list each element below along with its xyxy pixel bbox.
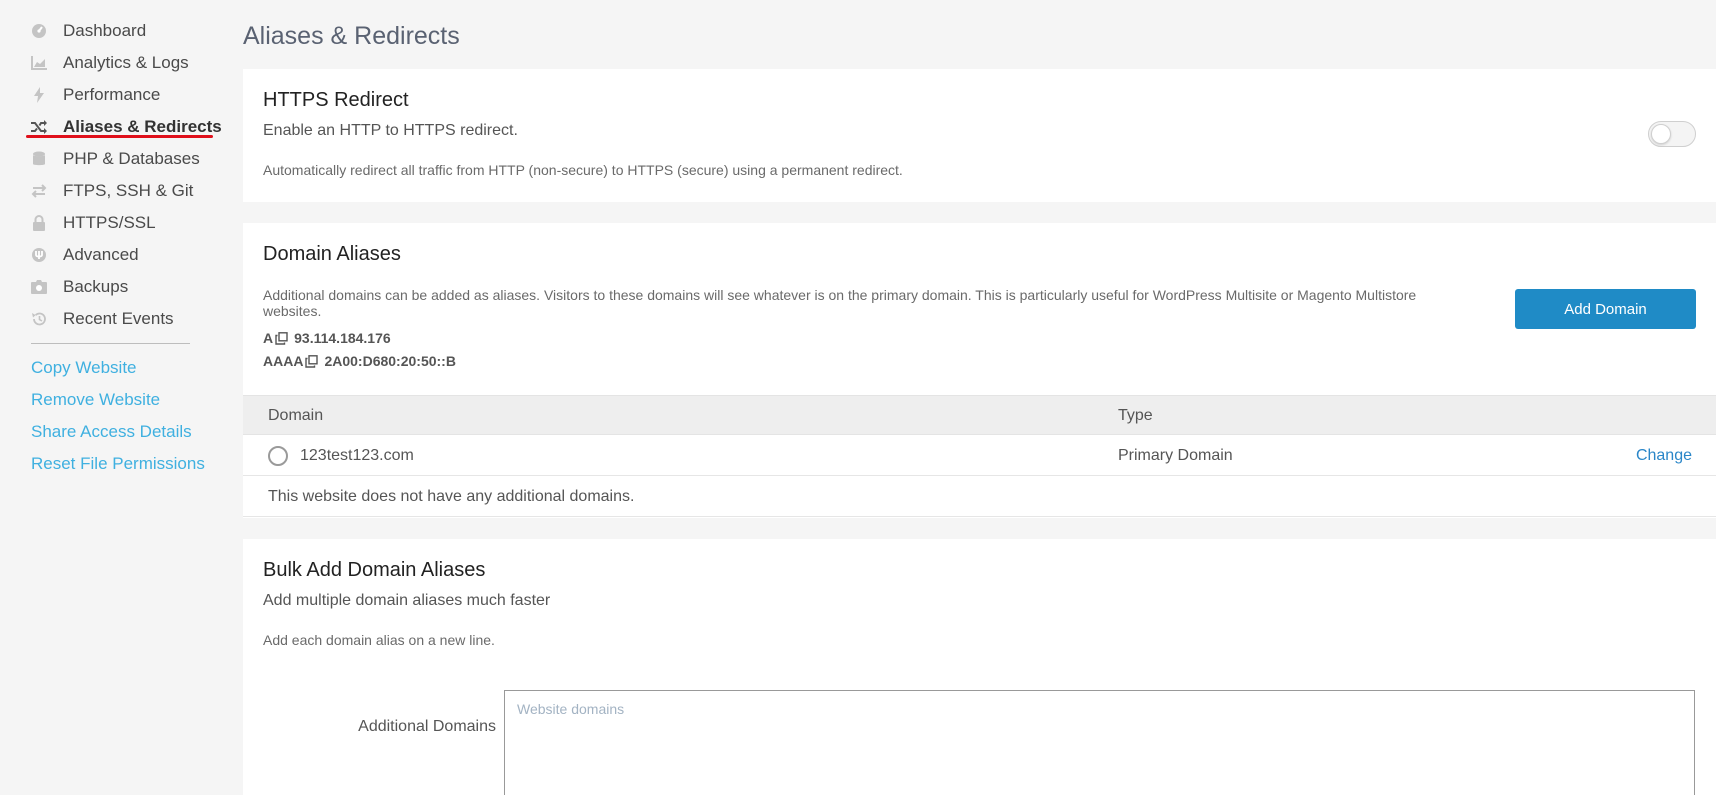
sidebar-item-analytics[interactable]: Analytics & Logs (30, 50, 189, 76)
bulk-add-title: Bulk Add Domain Aliases (263, 559, 486, 581)
toggle-knob (1651, 124, 1671, 144)
table-row: 123test123.com Primary Domain Change (243, 436, 1716, 476)
bulk-add-subtitle: Add multiple domain aliases much faster (263, 592, 551, 609)
https-redirect-card: HTTPS Redirect Enable an HTTP to HTTPS r… (243, 69, 1716, 202)
dns-a-value: 93.114.184.176 (294, 330, 391, 346)
sidebar-item-label: PHP & Databases (63, 149, 200, 168)
sidebar-item-advanced[interactable]: Advanced (30, 242, 139, 268)
sidebar-item-ftps-ssh-git[interactable]: FTPS, SSH & Git (30, 178, 193, 204)
reset-file-permissions-link[interactable]: Reset File Permissions (31, 454, 205, 474)
domain-radio[interactable] (268, 446, 288, 466)
domain-name: 123test123.com (300, 447, 414, 464)
https-redirect-toggle[interactable] (1648, 121, 1696, 147)
additional-domains-textarea[interactable] (504, 690, 1695, 795)
transfer-icon (30, 182, 48, 200)
additional-domains-label: Additional Domains (358, 718, 496, 735)
domains-table-header: Domain Type (243, 395, 1716, 435)
active-indicator (26, 135, 213, 138)
camera-icon (30, 278, 48, 296)
domain-type: Primary Domain (1118, 447, 1233, 464)
dashboard-icon (30, 22, 48, 40)
domain-aliases-description: Additional domains can be added as alias… (263, 287, 1417, 319)
bulk-add-note: Add each domain alias on a new line. (263, 632, 495, 648)
sidebar-item-performance[interactable]: Performance (30, 82, 160, 108)
add-domain-button[interactable]: Add Domain (1515, 289, 1696, 329)
sidebar-item-dashboard[interactable]: Dashboard (30, 18, 146, 44)
column-header-type: Type (1118, 407, 1153, 424)
bulk-add-card: Bulk Add Domain Aliases Add multiple dom… (243, 539, 1716, 795)
lock-icon (30, 214, 48, 232)
dns-aaaa-value: 2A00:D680:20:50::B (324, 353, 456, 369)
domain-cell: 123test123.com (268, 436, 414, 476)
domain-aliases-card: Domain Aliases Additional domains can be… (243, 223, 1716, 518)
column-header-domain: Domain (268, 407, 324, 424)
advanced-icon (30, 246, 48, 264)
https-redirect-subtitle: Enable an HTTP to HTTPS redirect. (263, 122, 518, 139)
dns-a-record: A 93.114.184.176 (263, 330, 391, 346)
history-icon (30, 310, 48, 328)
sidebar-item-label: Advanced (63, 245, 139, 264)
chart-icon (30, 54, 48, 72)
database-icon (30, 150, 48, 168)
sidebar-item-label: Aliases & Redirects (63, 117, 222, 136)
sidebar-item-label: Dashboard (63, 21, 147, 40)
sidebar-item-label: HTTPS/SSL (63, 213, 156, 232)
dns-aaaa-label: AAAA (263, 353, 304, 369)
sidebar-item-php-databases[interactable]: PHP & Databases (30, 146, 200, 172)
dns-aaaa-record: AAAA 2A00:D680:20:50::B (263, 353, 456, 369)
domain-aliases-title: Domain Aliases (263, 243, 401, 265)
share-access-details-link[interactable]: Share Access Details (31, 422, 192, 442)
sidebar-item-https-ssl[interactable]: HTTPS/SSL (30, 210, 156, 236)
sidebar-divider (31, 343, 190, 344)
sidebar: Dashboard Analytics & Logs Performance A… (0, 0, 243, 795)
copy-icon[interactable] (305, 354, 319, 368)
sidebar-item-backups[interactable]: Backups (30, 274, 128, 300)
sidebar-item-label: Backups (63, 277, 129, 296)
sidebar-item-recent-events[interactable]: Recent Events (30, 306, 174, 332)
sidebar-item-label: FTPS, SSH & Git (63, 181, 194, 200)
page-title: Aliases & Redirects (243, 22, 460, 50)
empty-domains-message: This website does not have any additiona… (268, 488, 635, 505)
shuffle-icon (30, 118, 48, 136)
sidebar-item-label: Recent Events (63, 309, 174, 328)
sidebar-item-label: Performance (63, 85, 161, 104)
empty-domains-row: This website does not have any additiona… (243, 477, 1716, 517)
change-domain-link[interactable]: Change (1636, 436, 1692, 476)
remove-website-link[interactable]: Remove Website (31, 390, 160, 410)
lightning-icon (30, 86, 48, 104)
app-layout: Dashboard Analytics & Logs Performance A… (0, 0, 1716, 795)
https-redirect-note: Automatically redirect all traffic from … (263, 162, 903, 178)
copy-icon[interactable] (275, 331, 288, 345)
dns-a-label: A (263, 330, 274, 346)
sidebar-item-label: Analytics & Logs (63, 53, 189, 72)
copy-website-link[interactable]: Copy Website (31, 358, 137, 378)
https-redirect-title: HTTPS Redirect (263, 89, 409, 111)
